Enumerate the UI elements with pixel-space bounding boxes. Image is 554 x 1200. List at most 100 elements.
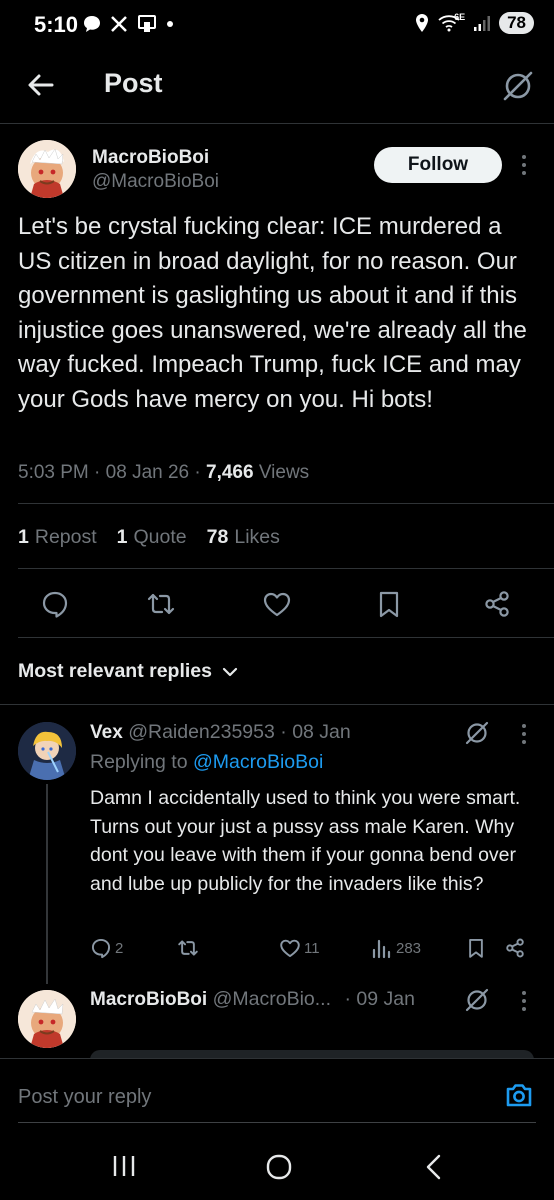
location-icon xyxy=(414,13,430,33)
system-back-button[interactable] xyxy=(420,1152,448,1182)
recents-button[interactable] xyxy=(110,1153,138,1179)
replying-to-handle[interactable]: @MacroBioBoi xyxy=(193,751,323,773)
replies-sort-dropdown[interactable]: Most relevant replies xyxy=(18,660,238,683)
post-meta: 5:03 PM · 08 Jan 26 · 7,466 Views xyxy=(18,462,309,484)
reply2-author-handle[interactable]: @MacroBio... xyxy=(213,988,331,1010)
reply-button[interactable] xyxy=(40,589,70,619)
replies-divider xyxy=(0,704,554,705)
reply2-date: · 09 Jan xyxy=(344,988,415,1010)
author-avatar[interactable] xyxy=(18,140,76,198)
chevron-down-icon xyxy=(222,667,238,676)
page-title: Post xyxy=(104,68,163,98)
quotes-label: Quote xyxy=(133,526,187,548)
reply1-more-button[interactable] xyxy=(516,721,532,747)
reply1-views-button[interactable]: 283 xyxy=(371,937,421,959)
views-count: 7,466 xyxy=(206,462,254,483)
avatar-image xyxy=(18,140,76,198)
x-logo-icon xyxy=(110,15,128,33)
actions-divider xyxy=(18,637,554,638)
more-vertical-icon xyxy=(522,724,526,744)
android-nav-bar xyxy=(0,1123,554,1200)
reply2-more-button[interactable] xyxy=(516,988,532,1014)
reply1-header: Vex @Raiden235953 · 08 Jan xyxy=(90,721,351,744)
reposts-stat[interactable]: 1 Repost xyxy=(18,526,97,549)
follow-button[interactable]: Follow xyxy=(374,147,502,183)
reply1-author-handle[interactable]: @Raiden235953 xyxy=(128,721,275,743)
reply1-bookmark-button[interactable] xyxy=(465,937,487,959)
reply1-reply-count: 2 xyxy=(115,939,124,957)
dot-icon xyxy=(166,20,174,28)
reply2-header: MacroBioBoi @MacroBio... · 09 Jan xyxy=(90,988,415,1011)
reply1-like-button[interactable]: 11 xyxy=(279,937,320,959)
reply1-date: · 08 Jan xyxy=(280,721,351,743)
reply2-author-name[interactable]: MacroBioBoi xyxy=(90,989,207,1010)
quotes-stat[interactable]: 1 Quote xyxy=(117,526,187,549)
reposts-label: Repost xyxy=(34,526,97,548)
replying-to-label: Replying to xyxy=(90,751,188,773)
share-button[interactable] xyxy=(482,589,512,619)
signal-icon xyxy=(473,14,491,32)
author-handle[interactable]: @MacroBioBoi xyxy=(92,171,219,193)
post-text: Let's be crystal fucking clear: ICE murd… xyxy=(18,213,527,413)
camera-button[interactable] xyxy=(503,1079,535,1111)
replying-to: Replying to @MacroBioBoi xyxy=(90,751,323,774)
grok-icon xyxy=(503,71,533,101)
share-icon xyxy=(506,938,524,958)
reply-input[interactable] xyxy=(18,1083,458,1111)
post-stats: 1 Repost 1 Quote 78 Likes xyxy=(18,526,280,549)
views-label: Views xyxy=(258,462,310,483)
share-icon xyxy=(485,591,509,617)
reply1-reply-button[interactable]: 2 xyxy=(90,937,123,959)
likes-label: Likes xyxy=(234,526,280,548)
wifi-icon: 6E xyxy=(438,12,466,32)
author-name[interactable]: MacroBioBoi xyxy=(92,147,209,169)
grok-icon xyxy=(465,721,489,745)
post-time: 5:03 PM xyxy=(18,462,89,483)
header-divider xyxy=(0,123,554,124)
bookmark-icon xyxy=(379,591,399,618)
status-system-icons: 6E 78 xyxy=(414,12,534,34)
reply1-avatar[interactable] xyxy=(18,722,76,780)
meta-separator: · xyxy=(94,462,101,483)
reply-icon xyxy=(42,591,68,618)
grok-icon xyxy=(465,988,489,1012)
recents-icon xyxy=(113,1156,135,1176)
replies-sort-label: Most relevant replies xyxy=(18,660,212,682)
more-vertical-icon xyxy=(522,155,526,175)
grok-button[interactable] xyxy=(500,68,536,104)
likes-count: 78 xyxy=(206,526,229,548)
reposts-count: 1 xyxy=(18,526,29,548)
cast-icon xyxy=(136,14,158,34)
bookmark-button[interactable] xyxy=(374,589,404,619)
reply1-repost-button[interactable] xyxy=(176,937,200,959)
chat-bubble-icon xyxy=(82,14,102,34)
home-circle-icon xyxy=(266,1154,292,1180)
analytics-icon xyxy=(372,939,391,959)
chevron-left-icon xyxy=(426,1154,441,1180)
reply2-grok-button[interactable] xyxy=(463,986,491,1014)
reply2-avatar[interactable] xyxy=(18,990,76,1048)
reply1-views-count: 283 xyxy=(396,939,422,957)
more-vertical-icon xyxy=(522,991,526,1011)
reply1-grok-button[interactable] xyxy=(463,719,491,747)
battery-indicator: 78 xyxy=(499,12,534,34)
like-button[interactable] xyxy=(262,589,292,619)
bookmark-icon xyxy=(469,938,483,958)
quotes-count: 1 xyxy=(116,526,128,548)
likes-stat[interactable]: 78 Likes xyxy=(207,526,280,549)
heart-icon xyxy=(280,939,300,958)
arrow-left-icon xyxy=(28,74,54,96)
repost-button[interactable] xyxy=(146,589,176,619)
status-notification-icons xyxy=(82,14,174,34)
repost-icon xyxy=(178,940,198,956)
post-more-button[interactable] xyxy=(516,152,532,178)
network-type: 6E xyxy=(454,12,466,22)
reply1-share-button[interactable] xyxy=(504,937,526,959)
avatar-image xyxy=(18,722,76,780)
home-button[interactable] xyxy=(264,1152,294,1182)
back-button[interactable] xyxy=(24,68,58,102)
reply1-author-name[interactable]: Vex xyxy=(90,722,123,743)
reply1-text: Damn I accidentally used to think you we… xyxy=(90,787,521,895)
heart-icon xyxy=(263,592,291,617)
reply-icon xyxy=(91,938,111,959)
